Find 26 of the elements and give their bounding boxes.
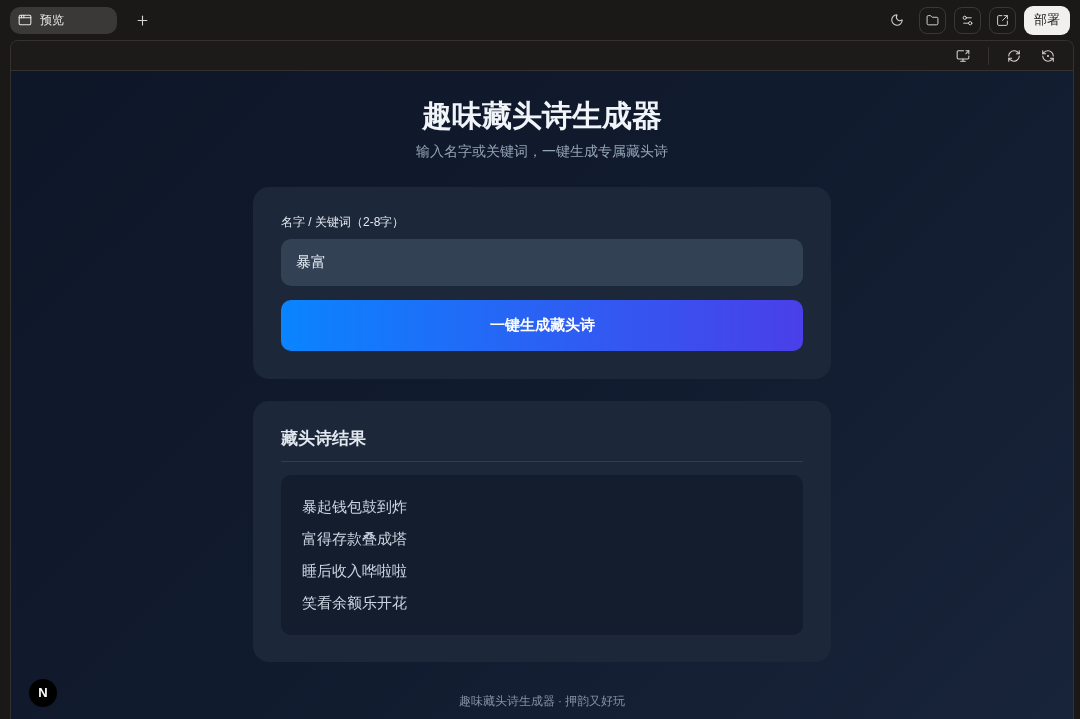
generate-button[interactable]: 一键生成藏头诗 [281,300,803,351]
deploy-button[interactable]: 部署 [1024,5,1070,35]
folder-icon [926,13,939,27]
folder-button[interactable] [919,6,946,34]
plus-icon [134,12,150,28]
settings-button[interactable] [954,6,981,34]
refresh-icon [1007,48,1021,63]
result-title: 藏头诗结果 [281,428,367,450]
external-link-icon [996,13,1009,27]
refresh-dot-icon [1041,48,1055,63]
field-label: 名字 / 关键词（2-8字） [281,214,406,231]
monitor-arrow-icon [956,48,970,63]
poem-line: 睡后收入哗啦啦 [302,561,408,581]
name-input-field[interactable]: 暴富 [281,239,803,286]
app-title: 趣味藏头诗生成器 [422,98,662,134]
preview-tab[interactable]: 预览 [10,6,117,34]
poem-line: 富得存款叠成塔 [302,529,408,549]
poem-line: 暴起钱包鼓到炸 [302,497,408,517]
moon-icon [890,13,904,27]
open-external-button[interactable] [989,6,1016,34]
poem-line: 笑看余额乐开花 [302,593,408,613]
dev-badge[interactable]: N [29,679,57,707]
app-subtitle: 输入名字或关键词，一键生成专属藏头诗 [416,142,668,161]
footer-text: 趣味藏头诗生成器 · 押韵又好玩 [458,693,626,710]
window-icon [18,13,32,27]
sliders-icon [961,13,974,27]
